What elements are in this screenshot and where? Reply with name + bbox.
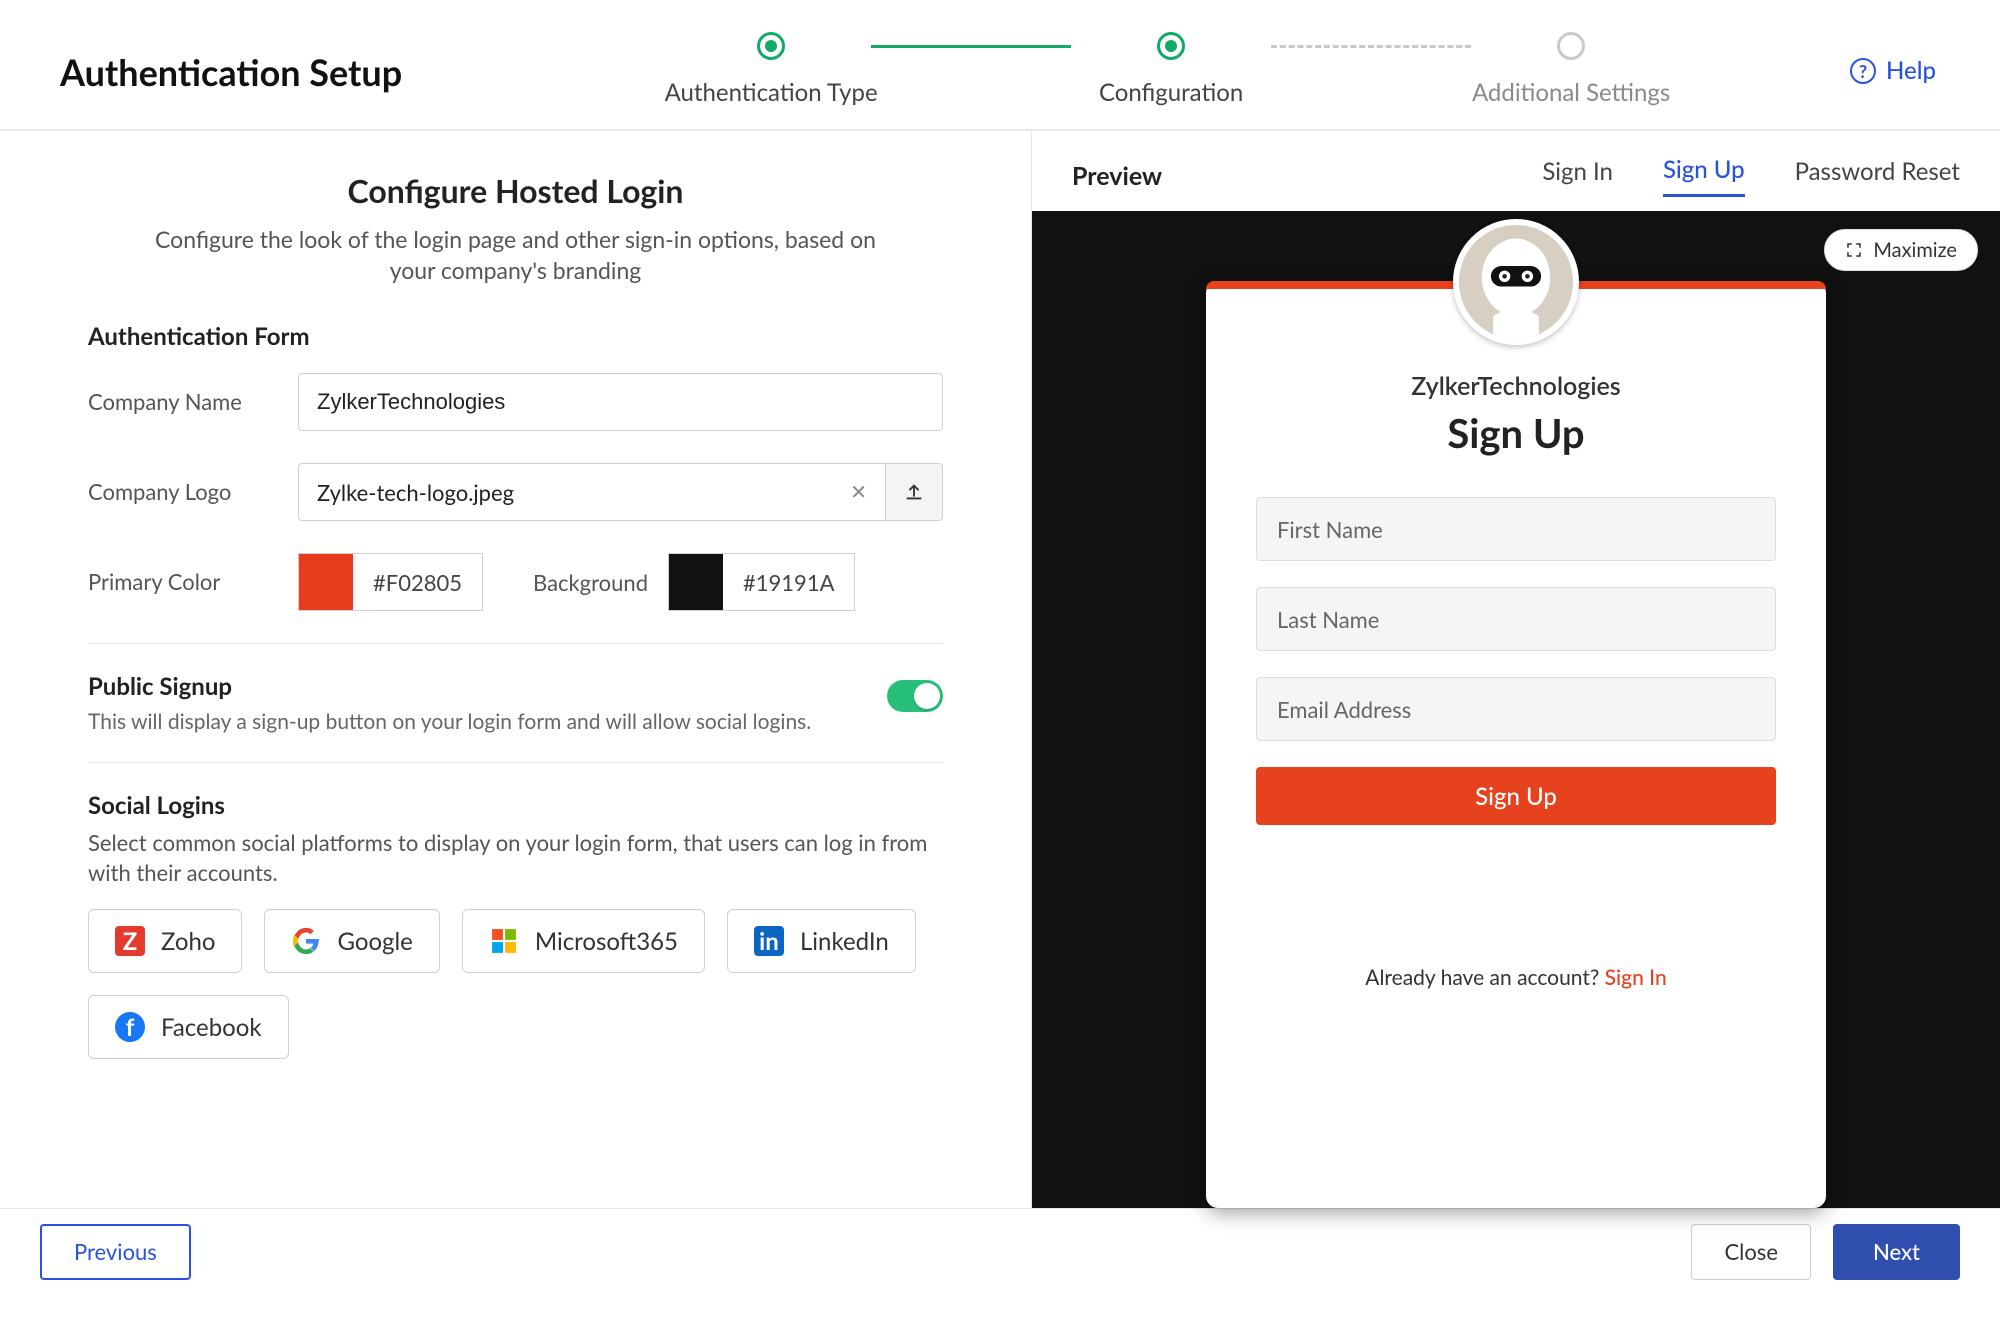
footer: Previous Close Next (0, 1208, 2000, 1294)
social-facebook-button[interactable]: f Facebook (88, 995, 289, 1059)
help-link[interactable]: ? Help (1850, 56, 1936, 85)
social-logins-desc: Select common social platforms to displa… (88, 828, 943, 887)
microsoft-icon (489, 926, 519, 956)
stepper: Authentication Type Configuration Additi… (402, 32, 1940, 107)
step-circle-icon (1157, 32, 1185, 60)
background-color-swatch (669, 554, 723, 610)
social-google-button[interactable]: Google (264, 909, 439, 973)
preview-pane: Preview Sign In Sign Up Password Reset M… (1032, 131, 2000, 1208)
preview-email-input[interactable]: Email Address (1256, 677, 1776, 741)
help-icon: ? (1850, 58, 1876, 84)
social-ms365-button[interactable]: Microsoft365 (462, 909, 705, 973)
preview-card: ZylkerTechnologies Sign Up First Name La… (1206, 281, 1826, 1208)
primary-color-swatch (299, 554, 353, 610)
background-color-label: Background (533, 569, 648, 596)
primary-color-label: Primary Color (88, 568, 298, 596)
preview-tab-signup[interactable]: Sign Up (1663, 155, 1745, 197)
avatar (1453, 219, 1579, 345)
preview-signin-link[interactable]: Sign In (1605, 965, 1667, 990)
company-name-label: Company Name (88, 388, 298, 416)
company-name-input[interactable] (298, 373, 943, 431)
company-logo-label: Company Logo (88, 478, 298, 506)
preview-first-name-input[interactable]: First Name (1256, 497, 1776, 561)
preview-signup-button[interactable]: Sign Up (1256, 767, 1776, 825)
step-configuration[interactable]: Configuration (1071, 32, 1271, 107)
upload-logo-button[interactable] (885, 463, 943, 521)
zoho-icon: Z (115, 926, 145, 956)
social-zoho-button[interactable]: Z Zoho (88, 909, 242, 973)
company-logo-input[interactable]: Zylke-tech-logo.jpeg ✕ (298, 463, 885, 521)
social-logins-heading: Social Logins (88, 791, 943, 820)
maximize-button[interactable]: Maximize (1824, 229, 1978, 271)
facebook-icon: f (115, 1012, 145, 1042)
previous-button[interactable]: Previous (40, 1224, 191, 1280)
step-connector (871, 45, 1071, 48)
preview-tab-pwreset[interactable]: Password Reset (1795, 157, 1960, 196)
config-pane: Configure Hosted Login Configure the loo… (0, 131, 1032, 1208)
linkedin-icon: in (754, 926, 784, 956)
step-circle-icon (757, 32, 785, 60)
upload-icon (903, 481, 925, 503)
preview-card-heading: Sign Up (1256, 409, 1776, 457)
social-linkedin-button[interactable]: in LinkedIn (727, 909, 916, 973)
step-additional-settings[interactable]: Additional Settings (1471, 32, 1671, 107)
preview-last-name-input[interactable]: Last Name (1256, 587, 1776, 651)
preview-canvas: Maximize ZylkerTechnologies Sign Up (1032, 211, 2000, 1208)
auth-form-heading: Authentication Form (88, 322, 943, 351)
step-connector-dashed (1271, 45, 1471, 48)
page-title: Authentication Setup (60, 50, 402, 94)
section-subtitle: Configure the look of the login page and… (136, 224, 896, 286)
google-icon (291, 926, 321, 956)
preview-heading: Preview (1072, 161, 1162, 191)
preview-tab-signin[interactable]: Sign In (1542, 157, 1613, 196)
close-button[interactable]: Close (1691, 1224, 1811, 1280)
clear-logo-icon[interactable]: ✕ (850, 480, 867, 504)
primary-color-picker[interactable]: #F02805 (298, 553, 483, 611)
public-signup-toggle[interactable] (887, 680, 943, 712)
robot-avatar-icon (1459, 225, 1573, 339)
preview-company-name: ZylkerTechnologies (1256, 371, 1776, 401)
step-circle-open-icon (1557, 32, 1585, 60)
background-color-picker[interactable]: #19191A (668, 553, 855, 611)
maximize-icon (1845, 241, 1863, 259)
public-signup-heading: Public Signup (88, 672, 811, 701)
divider (88, 643, 943, 644)
divider (88, 762, 943, 763)
section-title: Configure Hosted Login (88, 171, 943, 210)
step-auth-type[interactable]: Authentication Type (671, 32, 871, 107)
next-button[interactable]: Next (1833, 1224, 1960, 1280)
public-signup-desc: This will display a sign-up button on yo… (88, 709, 811, 734)
preview-already-text: Already have an account? Sign In (1256, 965, 1776, 990)
